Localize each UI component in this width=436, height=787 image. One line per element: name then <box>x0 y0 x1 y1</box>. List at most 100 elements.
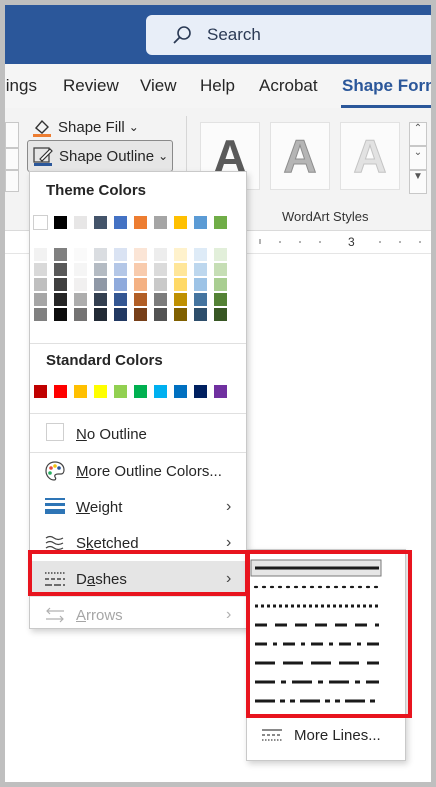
theme-color-shade-swatch[interactable] <box>34 248 47 261</box>
theme-color-shade-swatch[interactable] <box>174 278 187 291</box>
theme-color-shade-swatch[interactable] <box>114 308 127 321</box>
tab-view[interactable]: View <box>140 76 177 96</box>
tab-shape-format[interactable]: Shape Form <box>342 76 431 96</box>
theme-color-shade-swatch[interactable] <box>114 248 127 261</box>
theme-color-shade-swatch[interactable] <box>194 278 207 291</box>
theme-color-shade-swatch[interactable] <box>134 293 147 306</box>
gallery-more[interactable] <box>5 170 19 192</box>
pen-outline-icon <box>33 147 53 166</box>
standard-color-swatch[interactable] <box>214 385 227 398</box>
ruler-number: 3 <box>348 235 355 249</box>
standard-color-swatch[interactable] <box>194 385 207 398</box>
search-placeholder: Search <box>207 25 261 44</box>
theme-color-shade-swatch[interactable] <box>194 248 207 261</box>
theme-color-swatch[interactable] <box>114 216 127 229</box>
theme-color-shade-swatch[interactable] <box>54 278 67 291</box>
tab-mailings[interactable]: lings <box>5 76 37 96</box>
more-outline-colors-item[interactable]: More Outline Colors... <box>30 453 246 489</box>
theme-color-shade-swatch[interactable] <box>214 308 227 321</box>
more-lines-item[interactable]: More Lines... <box>247 720 405 750</box>
theme-color-shade-swatch[interactable] <box>94 308 107 321</box>
theme-color-swatch[interactable] <box>194 216 207 229</box>
sketched-label: Sketched <box>76 534 139 552</box>
standard-color-swatch[interactable] <box>134 385 147 398</box>
theme-color-shade-swatch[interactable] <box>34 308 47 321</box>
wordart-style-3[interactable]: A <box>340 122 400 190</box>
theme-color-shade-swatch[interactable] <box>94 248 107 261</box>
theme-color-shade-swatch[interactable] <box>34 278 47 291</box>
theme-color-shade-swatch[interactable] <box>114 278 127 291</box>
theme-color-shade-swatch[interactable] <box>194 293 207 306</box>
theme-color-swatch[interactable] <box>214 216 227 229</box>
theme-color-swatch[interactable] <box>154 216 167 229</box>
theme-color-shade-swatch[interactable] <box>134 248 147 261</box>
theme-color-shade-swatch[interactable] <box>174 263 187 276</box>
theme-color-shade-swatch[interactable] <box>214 293 227 306</box>
theme-color-shade-swatch[interactable] <box>74 293 87 306</box>
shape-fill-button[interactable]: Shape Fill ⌄ <box>31 114 139 140</box>
standard-color-swatch[interactable] <box>154 385 167 398</box>
theme-color-shade-swatch[interactable] <box>154 248 167 261</box>
standard-color-swatch[interactable] <box>54 385 67 398</box>
theme-color-swatch[interactable] <box>74 216 87 229</box>
theme-color-shade-swatch[interactable] <box>134 308 147 321</box>
standard-color-swatch[interactable] <box>94 385 107 398</box>
theme-color-shade-swatch[interactable] <box>34 293 47 306</box>
theme-color-shade-swatch[interactable] <box>54 293 67 306</box>
search-box[interactable]: Search <box>146 15 431 55</box>
theme-color-shade-swatch[interactable] <box>154 263 167 276</box>
wordart-scroll-up[interactable]: ⌃ <box>409 122 427 146</box>
theme-color-shade-swatch[interactable] <box>174 248 187 261</box>
arrows-item: Arrows › <box>30 597 246 633</box>
gallery-scroll-up[interactable] <box>5 122 19 148</box>
theme-color-shade-swatch[interactable] <box>114 293 127 306</box>
theme-color-shade-swatch[interactable] <box>154 278 167 291</box>
theme-color-shade-swatch[interactable] <box>54 308 67 321</box>
standard-color-swatch[interactable] <box>114 385 127 398</box>
theme-color-shade-swatch[interactable] <box>174 293 187 306</box>
theme-color-shade-swatch[interactable] <box>154 308 167 321</box>
tab-help[interactable]: Help <box>200 76 235 96</box>
theme-color-shade-swatch[interactable] <box>94 293 107 306</box>
theme-color-shade-swatch[interactable] <box>214 278 227 291</box>
tab-acrobat[interactable]: Acrobat <box>259 76 318 96</box>
theme-color-shade-swatch[interactable] <box>94 278 107 291</box>
theme-color-shade-swatch[interactable] <box>54 263 67 276</box>
theme-color-swatch[interactable] <box>54 216 67 229</box>
theme-color-shade-swatch[interactable] <box>54 248 67 261</box>
theme-color-shade-swatch[interactable] <box>74 308 87 321</box>
theme-color-shade-swatch[interactable] <box>154 293 167 306</box>
theme-color-swatch[interactable] <box>174 216 187 229</box>
theme-color-shade-swatch[interactable] <box>194 263 207 276</box>
theme-color-shade-swatch[interactable] <box>94 263 107 276</box>
dashes-highlight-box <box>28 550 249 596</box>
theme-color-shade-swatch[interactable] <box>214 248 227 261</box>
theme-color-shade-swatch[interactable] <box>74 263 87 276</box>
theme-color-shade-swatch[interactable] <box>134 263 147 276</box>
weight-item[interactable]: Weight › <box>30 489 246 525</box>
shape-outline-label: Shape Outline <box>59 147 155 165</box>
theme-color-shade-swatch[interactable] <box>134 278 147 291</box>
separator <box>30 343 246 344</box>
theme-color-swatch[interactable] <box>33 215 48 230</box>
standard-color-swatch[interactable] <box>174 385 187 398</box>
theme-color-shade-swatch[interactable] <box>74 248 87 261</box>
chevron-right-icon: › <box>226 498 232 515</box>
shape-outline-button[interactable]: Shape Outline ⌄ <box>27 140 174 172</box>
wordart-style-2[interactable]: A <box>270 122 330 190</box>
theme-color-swatch[interactable] <box>94 216 107 229</box>
theme-color-shade-swatch[interactable] <box>34 263 47 276</box>
tab-review[interactable]: Review <box>63 76 119 96</box>
theme-color-shade-swatch[interactable] <box>214 263 227 276</box>
theme-color-shade-swatch[interactable] <box>114 263 127 276</box>
standard-color-swatch[interactable] <box>74 385 87 398</box>
theme-color-shade-swatch[interactable] <box>174 308 187 321</box>
wordart-more[interactable]: ▼ <box>409 170 427 194</box>
standard-color-swatch[interactable] <box>34 385 47 398</box>
theme-color-swatch[interactable] <box>134 216 147 229</box>
no-outline-item[interactable]: No Outline <box>30 416 246 452</box>
theme-color-shade-swatch[interactable] <box>74 278 87 291</box>
wordart-scroll-down[interactable]: ⌄ <box>409 146 427 170</box>
theme-color-shade-swatch[interactable] <box>194 308 207 321</box>
gallery-scroll-down[interactable] <box>5 148 19 170</box>
